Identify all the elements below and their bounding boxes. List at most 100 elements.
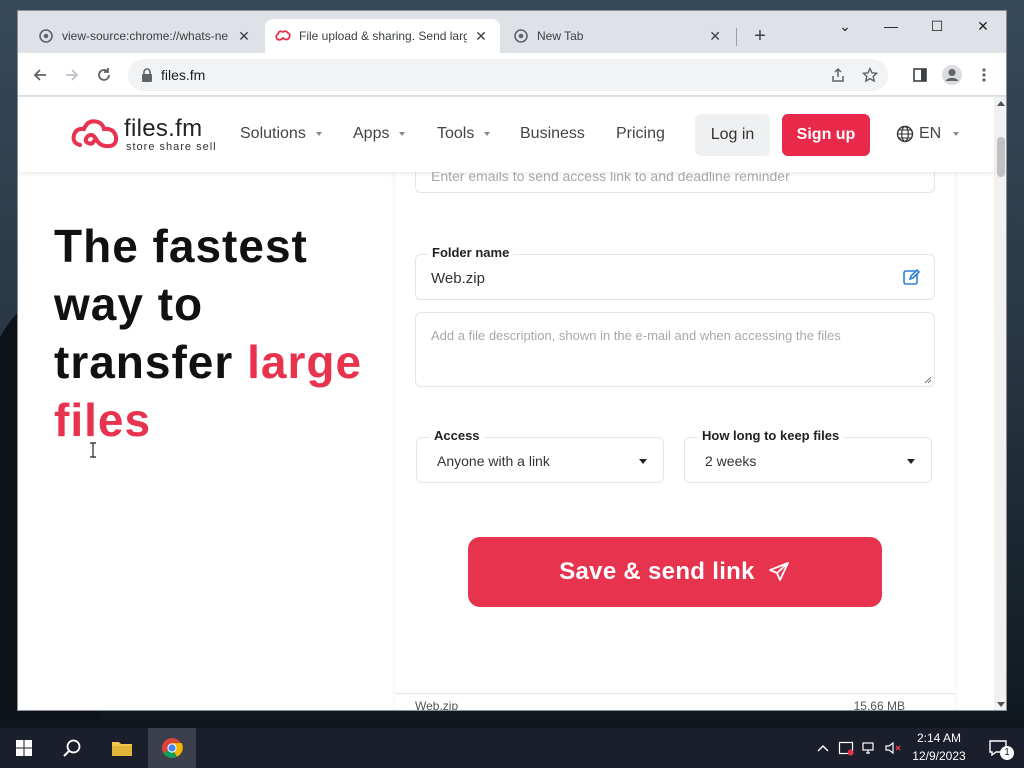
hero-heading: The fastest way to transfer large files — [54, 217, 384, 449]
tab-close-icon[interactable]: ✕ — [236, 28, 252, 44]
tab-search-button[interactable]: ⌄ — [822, 11, 868, 41]
chrome-icon — [162, 738, 183, 759]
access-select[interactable]: Anyone with a link — [416, 437, 664, 483]
keep-duration-select[interactable]: 2 weeks — [684, 437, 932, 483]
back-button[interactable] — [26, 61, 54, 89]
address-bar[interactable]: files.fm — [128, 59, 888, 91]
nav-apps[interactable]: Apps — [353, 125, 406, 143]
bookmark-star-icon[interactable] — [860, 65, 880, 85]
network-tray-icon[interactable] — [858, 728, 880, 768]
hero-accent-text: large — [247, 336, 363, 388]
signup-button[interactable]: Sign up — [782, 114, 870, 156]
security-tray-icon[interactable] — [835, 728, 857, 768]
close-window-button[interactable]: ✕ — [960, 11, 1006, 41]
save-send-link-button[interactable]: Save & send link — [468, 537, 882, 607]
tray-overflow-icon[interactable] — [812, 728, 834, 768]
kebab-menu-icon[interactable] — [972, 63, 996, 87]
tab-new-tab[interactable]: New Tab ✕ — [503, 19, 733, 53]
nav-tools[interactable]: Tools — [437, 125, 491, 143]
folder-name-field[interactable]: Web.zip — [415, 254, 935, 300]
language-selector[interactable]: EN — [896, 125, 960, 143]
maximize-button[interactable]: ☐ — [914, 11, 960, 41]
hero-line: way to — [54, 278, 204, 330]
chevron-down-icon — [907, 459, 915, 464]
tab-strip: view-source:chrome://whats-ne ✕ File upl… — [18, 11, 1006, 53]
page-viewport: Enter emails to send access link to and … — [18, 97, 994, 711]
page-scrollbar[interactable] — [994, 97, 1006, 710]
paper-plane-icon — [768, 562, 789, 581]
search-button[interactable] — [48, 728, 96, 768]
nav-label: Apps — [353, 125, 390, 142]
text-cursor-icon — [90, 442, 96, 458]
profile-avatar-icon[interactable] — [940, 63, 964, 87]
folder-icon — [112, 742, 132, 756]
clock-time[interactable]: 2:14 AM — [908, 731, 970, 745]
nav-solutions[interactable]: Solutions — [240, 125, 322, 143]
file-name: Web.zip — [415, 699, 459, 711]
tab-close-icon[interactable]: ✕ — [707, 28, 723, 44]
chrome-favicon-icon — [38, 28, 54, 44]
browser-window: view-source:chrome://whats-ne ✕ File upl… — [17, 10, 1007, 711]
chevron-down-icon — [639, 459, 647, 464]
files-fm-logo[interactable]: files.fm store share sell — [70, 115, 220, 155]
edit-icon[interactable] — [902, 268, 920, 286]
scroll-down-arrow-icon[interactable] — [997, 702, 1005, 707]
arrow-left-icon — [33, 69, 46, 81]
windows-taskbar: 2:14 AM 12/9/2023 1 — [0, 728, 1024, 768]
tab-title: File upload & sharing. Send larg — [299, 29, 467, 43]
reload-icon — [98, 68, 110, 81]
notification-center-button[interactable]: 1 — [978, 728, 1018, 768]
logo-name: files.fm — [124, 115, 203, 142]
chrome-taskbar-button[interactable] — [148, 728, 196, 768]
hero-line: transfer large — [54, 333, 384, 391]
side-panel-icon[interactable] — [908, 63, 932, 87]
arrow-right-icon — [66, 69, 79, 81]
minimize-button[interactable]: — — [868, 11, 914, 41]
nav-label: Tools — [437, 125, 475, 142]
file-size: 15.66 MB — [853, 699, 905, 711]
file-explorer-button[interactable] — [98, 728, 146, 768]
tab-files-fm[interactable]: File upload & sharing. Send larg ✕ — [265, 19, 500, 53]
keep-duration-value: 2 weeks — [705, 453, 757, 469]
chevron-down-icon — [315, 132, 322, 136]
file-list-row: Web.zip 15.66 MB — [395, 693, 955, 711]
url-text: files.fm — [161, 67, 206, 83]
share-icon[interactable] — [828, 65, 848, 85]
start-button[interactable] — [0, 728, 48, 768]
chevron-down-icon — [953, 132, 960, 136]
scrollbar-thumb[interactable] — [997, 137, 1005, 177]
search-icon — [63, 739, 81, 757]
tab-close-icon[interactable]: ✕ — [473, 28, 489, 44]
hero-text: transfer — [54, 336, 248, 388]
nav-label: Business — [520, 125, 585, 142]
folder-name-label: Folder name — [428, 245, 514, 260]
reload-button[interactable] — [90, 61, 118, 89]
tab-title: view-source:chrome://whats-ne — [62, 29, 229, 43]
forward-button[interactable] — [58, 61, 86, 89]
resize-grip-icon[interactable] — [924, 376, 932, 384]
nav-pricing[interactable]: Pricing — [616, 125, 665, 143]
nav-business[interactable]: Business — [520, 125, 585, 143]
tab-view-source[interactable]: view-source:chrome://whats-ne ✕ — [28, 19, 263, 53]
volume-muted-tray-icon[interactable] — [881, 728, 905, 768]
folder-name-value: Web.zip — [431, 270, 485, 287]
browser-toolbar: files.fm — [18, 53, 1006, 96]
description-textarea[interactable]: Add a file description, shown in the e-m… — [415, 312, 935, 387]
logo-tagline: store share sell — [126, 141, 217, 153]
clock-date[interactable]: 12/9/2023 — [908, 749, 970, 763]
keep-duration-label: How long to keep files — [698, 428, 844, 443]
windows-logo-icon — [16, 740, 32, 756]
lock-icon — [142, 68, 152, 82]
chevron-down-icon — [484, 132, 491, 136]
save-button-label: Save & send link — [559, 558, 755, 585]
nav-label: Pricing — [616, 125, 665, 142]
login-button[interactable]: Log in — [695, 114, 770, 156]
scroll-up-arrow-icon[interactable] — [997, 101, 1005, 106]
language-label: EN — [919, 125, 942, 142]
notification-badge: 1 — [1000, 746, 1014, 760]
tab-separator — [736, 28, 737, 46]
new-tab-button[interactable]: + — [748, 25, 772, 49]
hero-accent-line: files — [54, 394, 152, 446]
cloud-logo-icon — [71, 119, 119, 149]
access-label: Access — [430, 428, 484, 443]
